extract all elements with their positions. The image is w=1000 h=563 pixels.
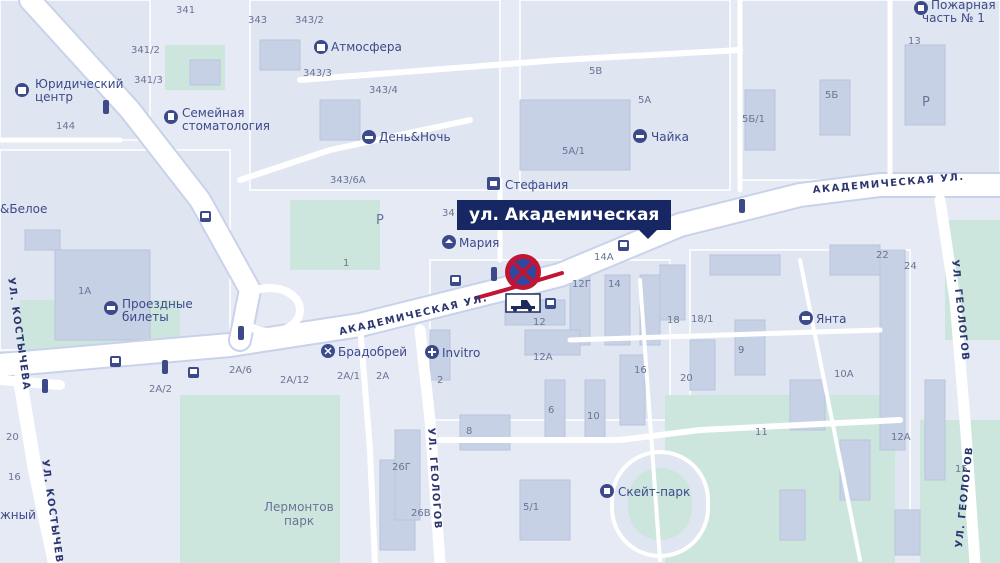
building-number: 343/2	[295, 15, 324, 26]
traffic-light-icon	[42, 379, 48, 393]
building-number: 24	[904, 261, 917, 272]
building-number: 341/2	[131, 45, 160, 56]
poi-label: Проездные	[122, 297, 193, 311]
building-number: 2А	[376, 371, 389, 382]
building-number: 14А	[594, 252, 614, 263]
bed-icon[interactable]	[633, 129, 647, 143]
building-number: 6	[548, 405, 554, 416]
traffic-light-icon	[162, 360, 168, 374]
poi-label: Стефания	[505, 178, 568, 192]
building-number: 5А/1	[562, 146, 585, 157]
ticket-icon[interactable]	[104, 301, 118, 315]
building-number: 14	[608, 279, 621, 290]
building-number: 11	[755, 427, 768, 438]
poi-label: Семейная	[182, 106, 244, 120]
building-number: 34	[442, 208, 455, 219]
poi-label: центр	[35, 90, 73, 104]
building-number: 12Г	[572, 279, 591, 290]
building-icon[interactable]	[314, 40, 328, 54]
building-number: 18/1	[691, 314, 713, 325]
building-number: 2А/6	[229, 365, 252, 376]
poi-label: Чайка	[651, 130, 689, 144]
no-stopping-sign[interactable]	[505, 254, 541, 290]
building-number: Р	[922, 95, 930, 110]
poi-label: Атмосфера	[331, 40, 402, 54]
traffic-light-icon	[103, 100, 109, 114]
building-number: 2	[437, 375, 443, 386]
traffic-light-icon	[739, 199, 745, 213]
building-number: 18	[667, 315, 680, 326]
building-number: 2А/12	[280, 375, 309, 386]
scissors-icon[interactable]	[321, 344, 335, 358]
building-number: жный	[0, 508, 36, 522]
bus-stop-icon[interactable]	[188, 367, 199, 378]
building-number: 9	[738, 345, 744, 356]
poi-label: Скейт-парк	[618, 485, 690, 499]
tooth-icon[interactable]	[164, 110, 178, 124]
map-view[interactable]: АКАДЕМИЧЕСКАЯ УЛ. АКАДЕМИЧЕСКАЯ УЛ. УЛ. …	[0, 0, 1000, 563]
building-number: 343/4	[369, 85, 398, 96]
building-number: 10	[587, 411, 600, 422]
building-number: 12	[533, 317, 546, 328]
poi-label: стоматология	[182, 119, 270, 133]
building-number: 12А	[533, 352, 553, 363]
poi-label: Янта	[816, 312, 847, 326]
bed-icon[interactable]	[362, 130, 376, 144]
traffic-light-icon	[238, 326, 244, 340]
building-number: 343/3	[303, 68, 332, 79]
poi-label: Юридический	[35, 77, 123, 91]
medical-cross-icon[interactable]	[425, 345, 439, 359]
bus-stop-icon[interactable]	[545, 298, 556, 309]
bus-stop-icon[interactable]	[618, 240, 629, 251]
building-icon[interactable]	[15, 83, 29, 97]
trophy-icon[interactable]	[600, 484, 614, 498]
building-number: 2А/1	[337, 371, 360, 382]
home-icon[interactable]	[442, 235, 456, 249]
bus-stop-icon[interactable]	[200, 211, 211, 222]
building-number: 8	[466, 426, 472, 437]
building-number: 5А	[638, 95, 651, 106]
building-number: 5Б/1	[742, 114, 765, 125]
building-number: 20	[6, 432, 19, 443]
building-number: 16	[634, 365, 647, 376]
building-number: 341	[176, 5, 195, 16]
building-number: 341/3	[134, 75, 163, 86]
poi-label: Мария	[459, 236, 499, 250]
cart-icon[interactable]	[799, 311, 813, 325]
building-number: 343	[248, 15, 267, 26]
poi-label: Лермонтов	[264, 500, 334, 514]
poi-label: Invitro	[442, 346, 480, 360]
building-number: 1А	[78, 286, 91, 297]
building-number: 5/1	[523, 502, 539, 513]
traffic-light-icon	[491, 267, 497, 281]
building-number: 5Б	[825, 90, 838, 101]
callout-label: ул. Академическая	[469, 205, 660, 225]
poi-label: билеты	[122, 310, 169, 324]
building-number: Р	[376, 213, 384, 228]
building-number: 10А	[834, 369, 854, 380]
building-number: 26В	[411, 508, 431, 519]
building-number: 1	[343, 258, 349, 269]
poi-label: часть № 1	[922, 11, 985, 25]
bus-stop-icon[interactable]	[450, 275, 461, 286]
building-number: 2А/2	[149, 384, 172, 395]
box-icon[interactable]	[487, 177, 500, 190]
street-name-callout: ул. Академическая	[457, 200, 672, 239]
building-number: 22	[876, 250, 889, 261]
building-number: 144	[56, 121, 75, 132]
tow-truck-sign	[505, 293, 541, 313]
building-number: 26Г	[392, 462, 411, 473]
building-number: 16	[8, 472, 21, 483]
poi-label: День&Ночь	[379, 130, 451, 144]
poi-label: &Белое	[0, 202, 47, 216]
building-number: 15	[955, 464, 968, 475]
building-number: 20	[680, 373, 693, 384]
building-number: 343/6А	[330, 175, 366, 186]
bus-stop-icon[interactable]	[110, 356, 121, 367]
building-number: 13	[908, 36, 921, 47]
building-number: 5В	[589, 66, 602, 77]
poi-label: Брадобрей	[338, 345, 407, 359]
poi-label: парк	[284, 514, 314, 528]
building-number: 12А	[891, 432, 911, 443]
